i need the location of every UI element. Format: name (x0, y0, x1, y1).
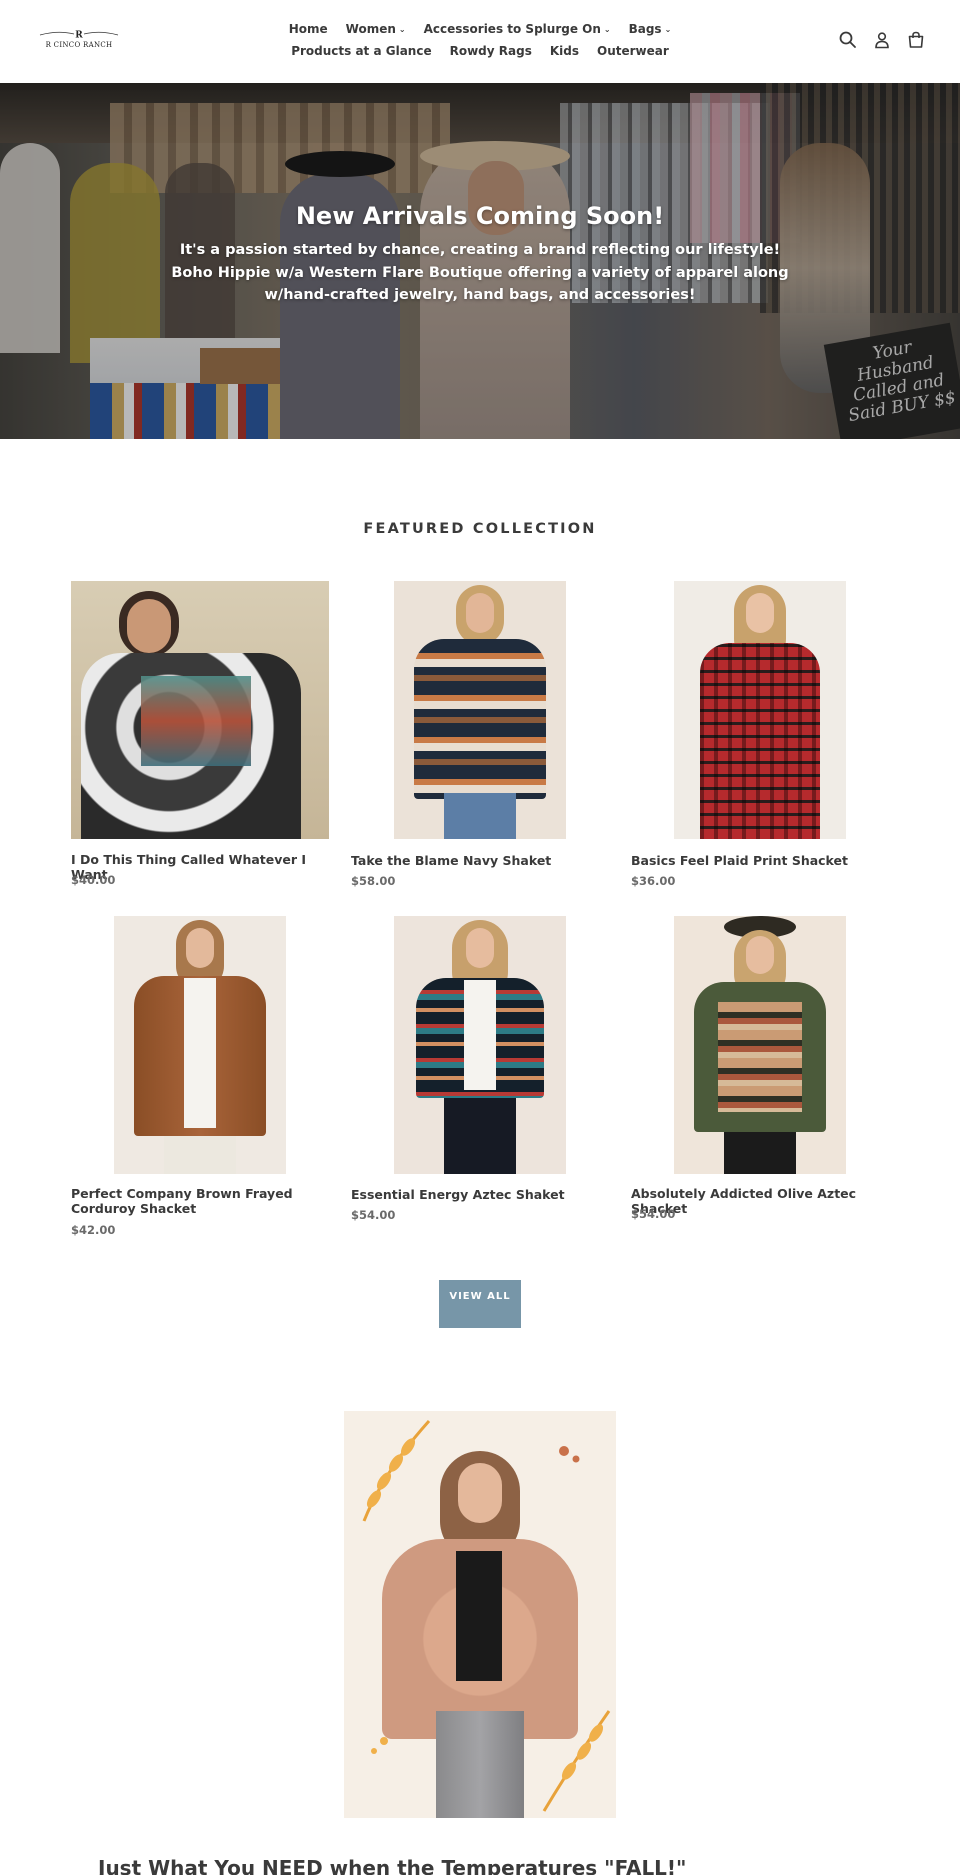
hero-title: New Arrivals Coming Soon! (295, 202, 665, 230)
white-top (464, 980, 496, 1090)
jeans (444, 1098, 516, 1174)
nav-item-rowdy-rags[interactable]: Rowdy Rags (441, 44, 541, 58)
product-title[interactable]: Perfect Company Brown Frayed Corduroy Sh… (71, 1186, 333, 1216)
nav-row-1: Home Women ⌄ Accessories to Splurge On ⌄ B… (250, 18, 710, 40)
nav-item-home[interactable]: Home (280, 22, 337, 36)
product-image[interactable] (394, 581, 566, 839)
nav-item-kids[interactable]: Kids (541, 44, 588, 58)
model-face (466, 928, 494, 968)
nav-item-women[interactable]: Women ⌄ (337, 22, 415, 36)
product-price: $54.00 (351, 1208, 396, 1222)
cart-icon[interactable] (906, 30, 926, 50)
logo-text: R CINCO RANCH (45, 41, 113, 49)
chevron-down-icon: ⌄ (603, 25, 611, 34)
jeans (436, 1711, 524, 1818)
nav-item-outerwear[interactable]: Outerwear (588, 44, 678, 58)
model-face (746, 936, 774, 974)
nav-row-2: Products at a Glance Rowdy Rags Kids Out… (250, 40, 710, 62)
featured-collection-title: FEATURED COLLECTION (363, 521, 597, 537)
hero-subtitle: It's a passion started by chance, creati… (171, 242, 789, 303)
chevron-down-icon: ⌄ (398, 25, 406, 34)
product-image[interactable] (71, 581, 329, 839)
black-top (456, 1551, 502, 1681)
site-header: R R CINCO RANCH Home Women ⌄ Accessories … (0, 0, 960, 83)
model-face (466, 593, 494, 633)
nav-item-products-at-a-glance[interactable]: Products at a Glance (282, 44, 440, 58)
model-face (127, 599, 171, 653)
main-nav: Home Women ⌄ Accessories to Splurge On ⌄ B… (250, 18, 710, 62)
bottom-heading: Just What You NEED when the Temperatures… (98, 1856, 687, 1875)
product-price: $54.00 (631, 1207, 676, 1221)
header-icons (838, 30, 926, 50)
product-price: $58.00 (351, 874, 396, 888)
white-top (184, 978, 216, 1128)
product-image[interactable] (114, 916, 286, 1174)
feature-image[interactable] (344, 1411, 616, 1818)
aztec-panel (718, 1002, 802, 1112)
pants (164, 1136, 236, 1174)
shacket (414, 639, 546, 799)
view-all-button[interactable]: VIEW ALL (439, 1280, 521, 1328)
sweatshirt-graphic (141, 676, 251, 766)
search-icon[interactable] (838, 30, 858, 50)
product-title[interactable]: Essential Energy Aztec Shaket (351, 1187, 613, 1202)
product-image[interactable] (674, 916, 846, 1174)
svg-text:R: R (75, 31, 83, 40)
plaid-shacket (700, 643, 820, 839)
logo-mark-icon: R (39, 31, 119, 40)
product-price: $36.00 (631, 874, 676, 888)
product-price: $40.00 (71, 873, 116, 887)
model-face (458, 1463, 502, 1523)
logo[interactable]: R R CINCO RANCH (38, 27, 120, 53)
chevron-down-icon: ⌄ (664, 25, 672, 34)
hero-banner: Your Husband Called and Said BUY $$ New … (0, 83, 960, 439)
account-icon[interactable] (872, 30, 892, 50)
model-face (186, 928, 214, 968)
product-title[interactable]: Basics Feel Plaid Print Shacket (631, 853, 893, 868)
product-title[interactable]: Take the Blame Navy Shaket (351, 853, 613, 868)
nav-item-bags[interactable]: Bags ⌄ (620, 22, 681, 36)
nav-item-accessories[interactable]: Accessories to Splurge On ⌄ (415, 22, 620, 36)
hero-text: New Arrivals Coming Soon! It's a passion… (170, 201, 790, 307)
leggings (724, 1132, 796, 1174)
model-face (746, 593, 774, 633)
product-price: $42.00 (71, 1223, 116, 1237)
product-image[interactable] (394, 916, 566, 1174)
product-image[interactable] (674, 581, 846, 839)
jeans (444, 793, 516, 839)
